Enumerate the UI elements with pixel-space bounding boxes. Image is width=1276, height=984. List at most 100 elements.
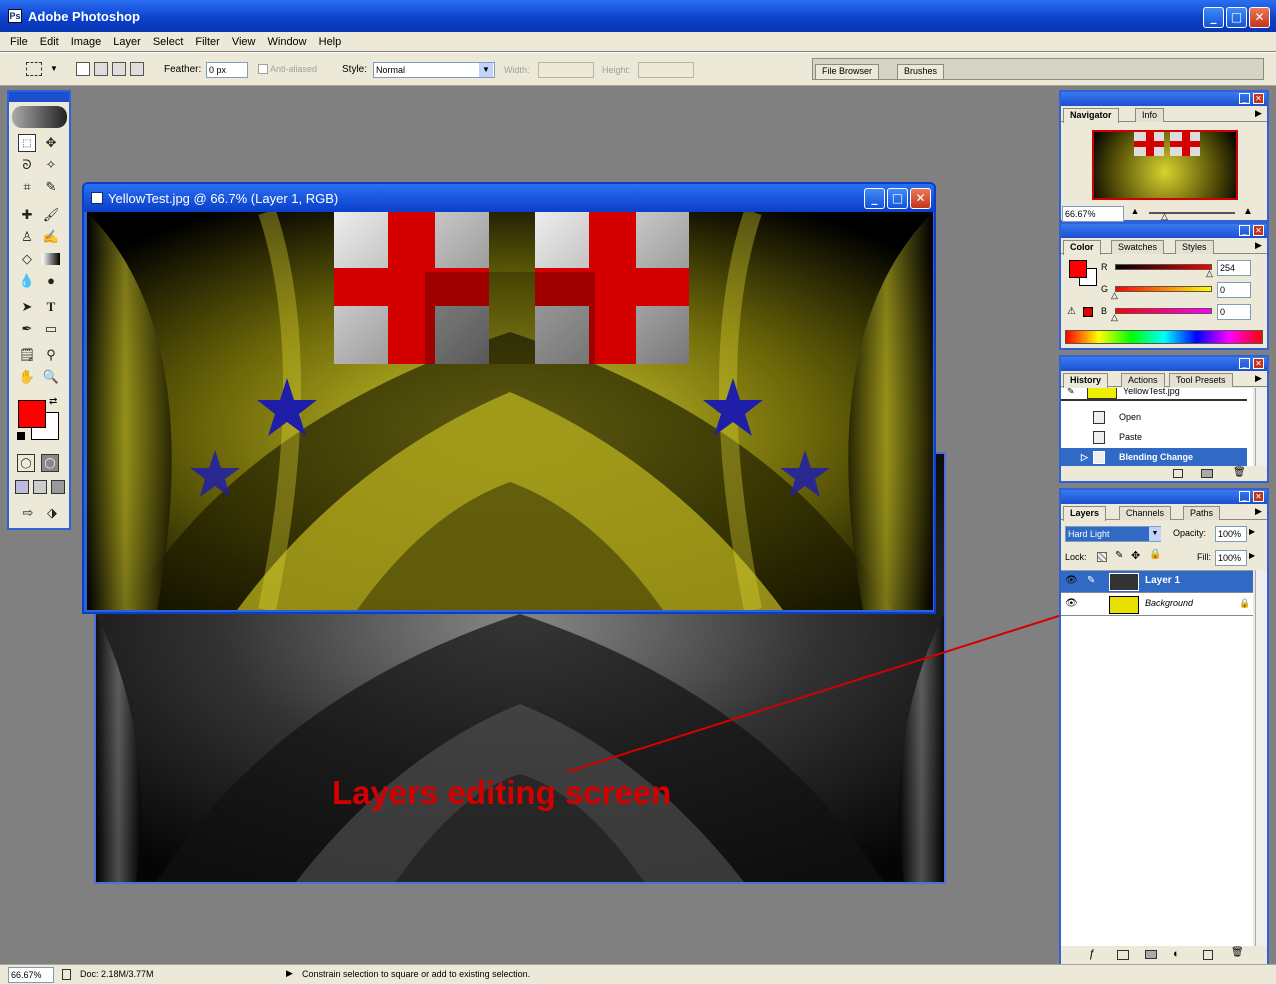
history-item-label: Blending Change: [1119, 452, 1193, 462]
zoom-in-icon[interactable]: ▲: [1239, 206, 1257, 220]
tab-info[interactable]: Info: [1135, 108, 1165, 122]
status-zoom-input[interactable]: 66.67%: [8, 967, 54, 983]
add-mask-icon[interactable]: [1117, 950, 1129, 960]
green-slider[interactable]: [1115, 286, 1212, 292]
blue-slider[interactable]: [1115, 308, 1212, 314]
status-menu-arrow-icon[interactable]: ▶: [286, 968, 293, 979]
layers-list: 👁 ✎ Layer 1 👁 Background 🔒: [1061, 570, 1253, 946]
new-snapshot-icon[interactable]: [1201, 469, 1213, 478]
history-state-slider-icon[interactable]: ▷: [1081, 448, 1088, 466]
history-snapshot-row[interactable]: ✎ YellowTest.jpg: [1061, 388, 1247, 401]
layers-scrollbar[interactable]: [1255, 570, 1267, 946]
history-item-label: Open: [1119, 412, 1142, 422]
layers-close-icon[interactable]: ✕: [1253, 491, 1264, 502]
red-slider-handle[interactable]: △: [1206, 268, 1213, 279]
color-panel: _ ✕ Color Swatches Styles ▶ ⚠ R △ 254 G …: [1059, 222, 1269, 350]
color-tabs: Color Swatches Styles ▶: [1061, 238, 1267, 255]
layer-style-icon[interactable]: ƒ: [1089, 948, 1095, 960]
layer-name: Layer 1: [1145, 575, 1181, 586]
new-layer-icon[interactable]: [1203, 950, 1213, 960]
navigator-minimize-icon[interactable]: _: [1239, 93, 1250, 104]
layer-row[interactable]: 👁 Background 🔒: [1061, 594, 1253, 616]
navigator-menu-arrow-icon[interactable]: ▶: [1255, 108, 1262, 119]
history-close-icon[interactable]: ✕: [1253, 358, 1264, 369]
history-minimize-icon[interactable]: _: [1239, 358, 1250, 369]
navigator-zoom-slider-handle[interactable]: △: [1161, 211, 1168, 222]
tab-actions[interactable]: Actions: [1121, 373, 1165, 387]
tab-history[interactable]: History: [1063, 373, 1109, 388]
color-fg-swatch[interactable]: [1069, 260, 1087, 278]
history-scrollbar[interactable]: [1255, 388, 1267, 466]
history-list: ✎ YellowTest.jpg Open Paste ▷ Blending C…: [1061, 388, 1253, 466]
color-ramp[interactable]: [1065, 330, 1263, 344]
navigator-tabs: Navigator Info ▶: [1061, 106, 1267, 123]
red-input[interactable]: 254: [1217, 260, 1251, 276]
blue-slider-handle[interactable]: △: [1111, 312, 1118, 323]
opacity-input[interactable]: 100%: [1215, 526, 1247, 542]
snapshot-brush-icon: ✎: [1067, 388, 1075, 396]
zoom-out-icon[interactable]: ▲: [1127, 206, 1143, 220]
annotation-arrow-line: [566, 593, 1129, 773]
history-delete-icon[interactable]: 🗑: [1233, 467, 1246, 478]
navigator-zoom-input[interactable]: 66.67%: [1062, 206, 1124, 222]
navigator-close-icon[interactable]: ✕: [1253, 93, 1264, 104]
fill-arrow-icon[interactable]: ▶: [1249, 551, 1255, 560]
new-document-from-state-icon[interactable]: [1173, 469, 1183, 478]
layer-lock-icon: 🔒: [1239, 598, 1251, 608]
adjustment-layer-icon[interactable]: ◐: [1173, 948, 1180, 960]
layers-tabs: Layers Channels Paths ▶: [1061, 504, 1267, 521]
history-state-icon: [1093, 411, 1105, 424]
history-item-active[interactable]: ▷ Blending Change: [1061, 448, 1247, 466]
layers-minimize-icon[interactable]: _: [1239, 491, 1250, 502]
blend-mode-select[interactable]: Hard Light: [1065, 526, 1161, 542]
eye-visibility-icon[interactable]: 👁: [1065, 575, 1078, 586]
tab-channels[interactable]: Channels: [1119, 506, 1172, 520]
layers-panel: _ ✕ Layers Channels Paths ▶ Hard Light ▼…: [1059, 488, 1269, 966]
history-title-bar: _ ✕: [1061, 357, 1267, 371]
green-slider-handle[interactable]: △: [1111, 290, 1118, 301]
navigator-panel: _ ✕ Navigator Info ▶ 66.67% ▲ △ ▲: [1059, 90, 1269, 222]
lock-all-icon[interactable]: 🔒: [1149, 549, 1161, 560]
new-layer-set-icon[interactable]: [1145, 950, 1157, 959]
layers-menu-arrow-icon[interactable]: ▶: [1255, 506, 1262, 517]
opacity-label: Opacity:: [1173, 528, 1207, 538]
eye-visibility-icon[interactable]: 👁: [1065, 598, 1078, 609]
tab-paths[interactable]: Paths: [1183, 506, 1221, 520]
red-slider[interactable]: [1115, 264, 1212, 270]
fill-label: Fill:: [1197, 552, 1211, 562]
opacity-arrow-icon[interactable]: ▶: [1249, 527, 1255, 536]
brush-link-icon[interactable]: ✎: [1087, 575, 1095, 586]
delete-layer-icon[interactable]: 🗑: [1231, 947, 1244, 958]
navigator-thumbnail[interactable]: [1092, 130, 1238, 200]
lock-image-icon[interactable]: ✎: [1115, 550, 1123, 561]
history-item[interactable]: Open: [1061, 408, 1247, 427]
history-item[interactable]: Paste: [1061, 428, 1247, 447]
gamut-color-swatch[interactable]: [1083, 307, 1093, 317]
lock-position-icon[interactable]: ✥: [1131, 549, 1140, 562]
fill-input[interactable]: 100%: [1215, 550, 1247, 566]
tab-swatches[interactable]: Swatches: [1111, 240, 1165, 254]
tab-styles[interactable]: Styles: [1175, 240, 1214, 254]
green-input[interactable]: 0: [1217, 282, 1251, 298]
layers-title-bar: _ ✕: [1061, 490, 1267, 504]
red-label: R: [1101, 262, 1108, 272]
history-state-icon: [1093, 431, 1105, 444]
history-menu-arrow-icon[interactable]: ▶: [1255, 373, 1262, 384]
tab-tool-presets[interactable]: Tool Presets: [1169, 373, 1233, 387]
color-menu-arrow-icon[interactable]: ▶: [1255, 240, 1262, 251]
blend-mode-arrow-icon[interactable]: ▼: [1149, 527, 1161, 541]
layer-row-active[interactable]: 👁 ✎ Layer 1: [1061, 571, 1253, 593]
gamut-warning-icon[interactable]: ⚠: [1067, 306, 1076, 317]
history-tabs: History Actions Tool Presets ▶: [1061, 371, 1267, 388]
tab-color[interactable]: Color: [1063, 240, 1101, 255]
blue-label: B: [1101, 306, 1108, 316]
blue-input[interactable]: 0: [1217, 304, 1251, 320]
color-close-icon[interactable]: ✕: [1253, 225, 1264, 236]
color-minimize-icon[interactable]: _: [1239, 225, 1250, 236]
status-doc-icon: [62, 969, 71, 980]
layer-thumbnail: [1109, 596, 1139, 614]
tab-navigator[interactable]: Navigator: [1063, 108, 1119, 123]
lock-transparency-icon[interactable]: [1097, 552, 1107, 562]
tab-layers[interactable]: Layers: [1063, 506, 1107, 521]
green-label: G: [1101, 284, 1109, 294]
